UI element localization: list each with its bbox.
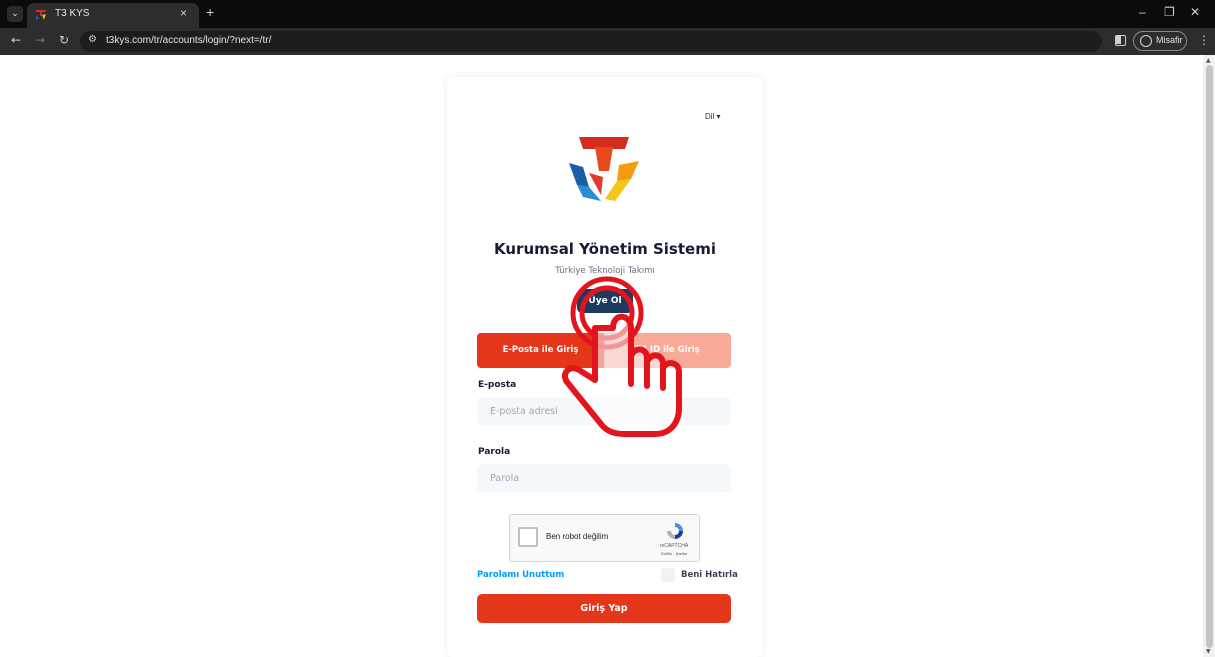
remember-me-checkbox[interactable] xyxy=(661,568,675,582)
t3-logo-icon xyxy=(569,137,639,201)
browser-tab[interactable]: T3 KYS × xyxy=(27,3,199,28)
side-panel-icon[interactable] xyxy=(1115,35,1126,46)
password-field[interactable] xyxy=(477,464,731,492)
browser-tab-strip: ⌄ T3 KYS × + – ❐ ✕ xyxy=(0,0,1215,28)
forgot-password-link[interactable]: Parolamı Unuttum xyxy=(477,570,564,580)
tab-close-icon[interactable]: × xyxy=(180,6,187,20)
page-subtitle: Türkiye Teknoloji Takımı xyxy=(555,266,655,276)
scroll-down-icon[interactable]: ▼ xyxy=(1206,648,1211,655)
minimize-icon[interactable]: – xyxy=(1139,5,1146,19)
browser-menu-icon[interactable]: ⋮ xyxy=(1198,33,1210,47)
address-bar[interactable]: ⚙ t3kys.com/tr/accounts/login/?next=/tr/ xyxy=(80,31,1102,52)
language-dropdown[interactable]: Dil ▾ xyxy=(705,112,721,121)
profile-label: Misafir xyxy=(1156,35,1183,45)
page-scrollbar[interactable]: ▲ ▼ xyxy=(1203,55,1215,657)
site-info-icon[interactable]: ⚙ xyxy=(88,34,97,45)
url-text[interactable]: t3kys.com/tr/accounts/login/?next=/tr/ xyxy=(106,35,271,46)
profile-button[interactable]: Misafir xyxy=(1133,31,1187,51)
tab-title: T3 KYS xyxy=(55,8,90,19)
back-icon[interactable]: ← xyxy=(11,33,21,47)
email-label: E-posta xyxy=(478,380,517,390)
password-label: Parola xyxy=(478,447,511,457)
recaptcha-links[interactable]: Gizlilik - Şartlar xyxy=(650,551,698,556)
recaptcha-label: Ben robot değilim xyxy=(546,532,609,541)
tab-t3id-login[interactable]: T3 ID ile Giriş xyxy=(604,333,731,368)
login-button[interactable]: Giriş Yap xyxy=(477,594,731,623)
browser-toolbar: ← → ↻ ⚙ t3kys.com/tr/accounts/login/?nex… xyxy=(0,28,1215,55)
recaptcha-icon xyxy=(667,523,683,539)
tab-search-icon[interactable]: ⌄ xyxy=(7,6,23,22)
restore-icon[interactable]: ❐ xyxy=(1164,5,1175,19)
signup-button[interactable]: Üye Ol xyxy=(577,289,633,313)
window-close-icon[interactable]: ✕ xyxy=(1190,5,1200,19)
reload-icon[interactable]: ↻ xyxy=(59,33,69,47)
new-tab-button[interactable]: + xyxy=(206,4,214,20)
page-title: Kurumsal Yönetim Sistemi xyxy=(494,240,716,258)
site-favicon-icon xyxy=(36,10,46,20)
tab-email-login[interactable]: E-Posta ile Giriş xyxy=(477,333,604,368)
recaptcha-widget: Ben robot değilim reCAPTCHA Gizlilik - Ş… xyxy=(509,514,700,562)
guest-profile-icon xyxy=(1140,35,1152,47)
remember-me-label: Beni Hatırla xyxy=(681,570,738,580)
recaptcha-checkbox[interactable] xyxy=(518,527,538,547)
recaptcha-brand: reCAPTCHA xyxy=(659,543,689,549)
scroll-up-icon[interactable]: ▲ xyxy=(1206,57,1211,64)
email-field[interactable] xyxy=(477,397,731,425)
forward-icon[interactable]: → xyxy=(35,33,45,47)
scroll-thumb[interactable] xyxy=(1206,65,1213,648)
